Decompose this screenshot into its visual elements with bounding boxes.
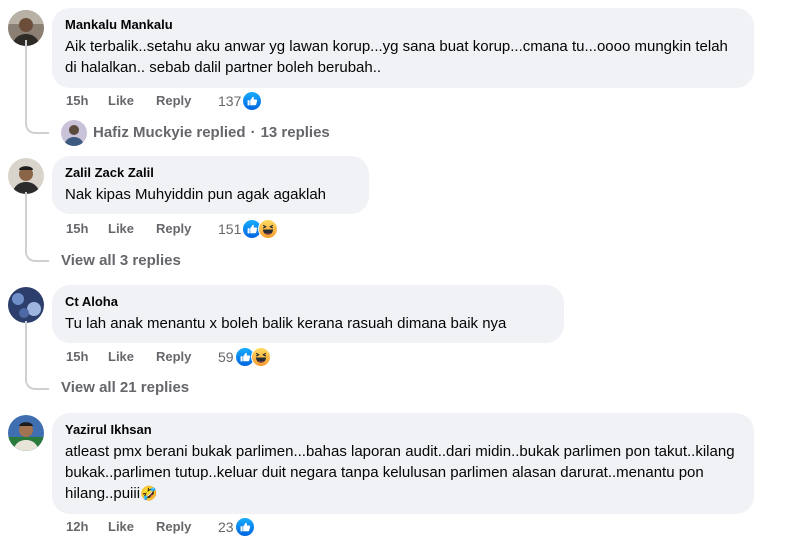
comment-text: Tu lah anak menantu x boleh balik kerana… <box>65 315 507 332</box>
like-button[interactable]: Like <box>108 219 156 239</box>
replier-name: Hafiz Muckyie replied <box>93 124 246 141</box>
reaction-count: 151 <box>218 221 242 237</box>
reply-thread-line <box>25 40 49 134</box>
comment-actions: 15h Like Reply 137 <box>66 91 262 111</box>
replies-separator: · <box>250 124 256 141</box>
comment-timestamp[interactable]: 15h <box>66 219 108 239</box>
reply-button[interactable]: Reply <box>156 91 216 111</box>
like-button[interactable]: Like <box>108 347 156 367</box>
comment-actions: 15h Like Reply 151 <box>66 219 278 239</box>
replies-count: 13 replies <box>260 124 330 141</box>
avatar[interactable] <box>8 287 44 323</box>
reply-button[interactable]: Reply <box>156 347 216 367</box>
comment-thread: Mankalu Mankalu Aik terbalik..setahu aku… <box>0 0 800 542</box>
comment-author[interactable]: Yazirul Ikhsan <box>65 421 741 439</box>
avatar[interactable] <box>8 158 44 194</box>
reply-button[interactable]: Reply <box>156 517 216 537</box>
reaction-summary[interactable]: 137 <box>218 91 262 111</box>
like-button[interactable]: Like <box>108 91 156 111</box>
avatar[interactable] <box>8 415 44 451</box>
reaction-count: 137 <box>218 93 242 109</box>
haha-reaction-icon <box>251 347 271 367</box>
comment-timestamp[interactable]: 12h <box>66 517 108 537</box>
like-reaction-icon <box>235 517 255 537</box>
reply-button[interactable]: Reply <box>156 219 216 239</box>
haha-reaction-icon <box>258 219 278 239</box>
view-replies-link[interactable]: View all 21 replies <box>61 378 189 398</box>
reaction-summary[interactable]: 151 <box>218 219 278 239</box>
comment-bubble: Zalil Zack Zalil Nak kipas Muhyiddin pun… <box>52 156 369 214</box>
like-reaction-icon <box>242 91 262 111</box>
reaction-count: 23 <box>218 519 234 535</box>
comment-text: Aik terbalik..setahu aku anwar yg lawan … <box>65 38 728 76</box>
like-button[interactable]: Like <box>108 517 156 537</box>
comment-bubble: Mankalu Mankalu Aik terbalik..setahu aku… <box>52 8 754 88</box>
comment-author[interactable]: Mankalu Mankalu <box>65 16 741 34</box>
rofl-emoji: 🤣 <box>140 485 158 501</box>
comment-author[interactable]: Zalil Zack Zalil <box>65 164 356 182</box>
comment-text: atleast pmx berani bukak parlimen...baha… <box>65 441 741 504</box>
reaction-summary[interactable]: 23 <box>218 517 255 537</box>
comment-bubble: Ct Aloha Tu lah anak menantu x boleh bal… <box>52 285 564 343</box>
reaction-count: 59 <box>218 349 234 365</box>
comment-timestamp[interactable]: 15h <box>66 91 108 111</box>
comment-text-body: atleast pmx berani bukak parlimen...baha… <box>65 443 735 502</box>
comment-bubble: Yazirul Ikhsan atleast pmx berani bukak … <box>52 413 754 514</box>
comment-author[interactable]: Ct Aloha <box>65 293 551 311</box>
view-replies-link[interactable]: View all 3 replies <box>61 251 181 271</box>
comment-actions: 12h Like Reply 23 <box>66 517 255 537</box>
reply-thread-line <box>25 321 49 390</box>
comment-timestamp[interactable]: 15h <box>66 347 108 367</box>
comment-actions: 15h Like Reply 59 <box>66 347 271 367</box>
comment-text: Nak kipas Muhyiddin pun agak agaklah <box>65 186 326 203</box>
reaction-summary[interactable]: 59 <box>218 347 271 367</box>
replier-avatar <box>61 120 87 146</box>
reply-thread-line <box>25 192 49 262</box>
view-replies-link[interactable]: Hafiz Muckyie replied · 13 replies <box>61 120 330 146</box>
